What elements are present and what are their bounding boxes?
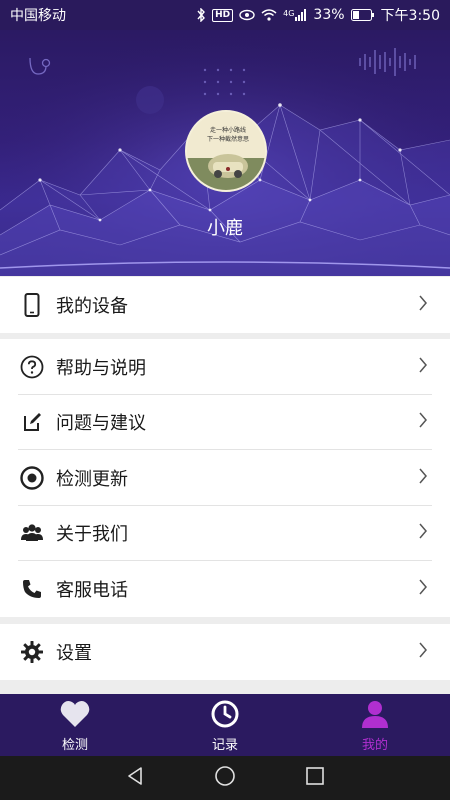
- menu-item-feedback[interactable]: 问题与建议: [0, 395, 450, 451]
- hd-badge: HD: [212, 8, 234, 22]
- battery-percent: 33%: [313, 7, 345, 23]
- menu-group-info: 帮助与说明 问题与建议 检测更新 关于我们 客服电话: [0, 339, 450, 617]
- menu-group-settings: 设置: [0, 624, 450, 680]
- profile-header: 走一种小路线 下一种截然意思 小鹿: [0, 30, 450, 276]
- menu-label: 问题与建议: [56, 413, 146, 435]
- menu-item-settings[interactable]: 设置: [0, 624, 450, 680]
- status-bar: 中国移动 HD 4G 33% 下午3:50: [0, 0, 450, 30]
- back-icon[interactable]: [125, 766, 145, 790]
- signal-icon: 4G: [283, 9, 307, 21]
- edit-icon: [18, 408, 46, 436]
- svg-text:走一种小路线: 走一种小路线: [210, 126, 246, 134]
- menu-item-about[interactable]: 关于我们: [0, 506, 450, 562]
- tab-records[interactable]: 记录: [150, 694, 300, 756]
- network-type: 4G: [283, 9, 295, 18]
- system-nav-bar: [0, 756, 450, 800]
- clock-icon: [211, 700, 239, 732]
- avatar[interactable]: 走一种小路线 下一种截然意思: [185, 110, 267, 192]
- menu-label: 设置: [56, 642, 92, 664]
- chevron-right-icon: [418, 642, 428, 662]
- chevron-right-icon: [418, 523, 428, 543]
- battery-icon: [350, 9, 375, 21]
- menu-label: 关于我们: [56, 524, 128, 546]
- gear-icon: [18, 638, 46, 666]
- chevron-right-icon: [418, 357, 428, 377]
- svg-text:下一种截然意思: 下一种截然意思: [207, 135, 249, 143]
- user-name: 小鹿: [207, 218, 243, 239]
- clock-time: 下午3:50: [380, 8, 440, 24]
- menu-item-service-phone[interactable]: 客服电话: [0, 561, 450, 617]
- menu-label: 客服电话: [56, 579, 128, 601]
- question-icon: [18, 353, 46, 381]
- telephone-icon: [18, 575, 46, 603]
- menu-label: 帮助与说明: [56, 357, 146, 379]
- eye-icon: [239, 9, 255, 21]
- phone-icon: [18, 291, 46, 319]
- bottom-tab-bar: 检测 记录 我的: [0, 694, 450, 756]
- tab-mine[interactable]: 我的: [300, 694, 450, 756]
- target-icon: [18, 464, 46, 492]
- bluetooth-icon: [196, 8, 206, 22]
- recents-icon[interactable]: [305, 766, 325, 790]
- avatar-image: 走一种小路线 下一种截然意思: [187, 112, 265, 190]
- tab-label: 检测: [61, 738, 88, 753]
- person-icon: [360, 700, 390, 732]
- chevron-right-icon: [418, 412, 428, 432]
- chevron-right-icon: [418, 579, 428, 599]
- chevron-right-icon: [418, 468, 428, 488]
- menu-item-my-device[interactable]: 我的设备: [0, 277, 450, 333]
- wifi-icon: [261, 9, 277, 21]
- chevron-right-icon: [418, 295, 428, 315]
- home-icon[interactable]: [214, 765, 236, 791]
- menu-item-help[interactable]: 帮助与说明: [0, 339, 450, 395]
- tab-label: 我的: [361, 738, 388, 753]
- tab-label: 记录: [211, 738, 238, 753]
- menu-group-device: 我的设备: [0, 277, 450, 333]
- menu-label: 检测更新: [56, 468, 128, 490]
- carrier-name: 中国移动: [10, 8, 66, 24]
- tab-detect[interactable]: 检测: [0, 694, 150, 756]
- menu-item-check-update[interactable]: 检测更新: [0, 450, 450, 506]
- heart-icon: [60, 700, 90, 732]
- menu-label: 我的设备: [56, 295, 128, 317]
- people-icon: [18, 519, 46, 547]
